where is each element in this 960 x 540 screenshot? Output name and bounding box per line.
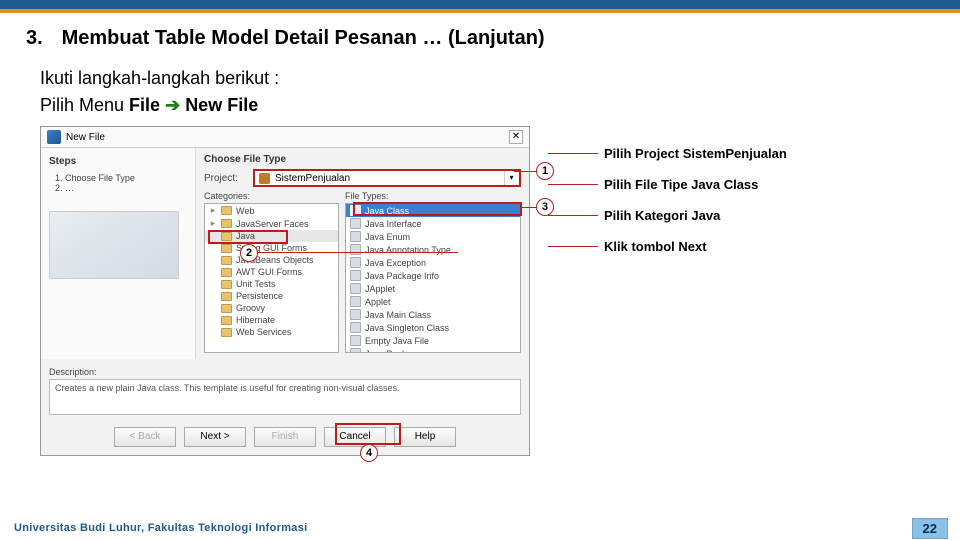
wizard-steps-panel: Steps Choose File Type …	[41, 148, 196, 359]
description-label: Description:	[49, 367, 521, 377]
filetype-item: Java Interface	[346, 217, 520, 230]
step-2: …	[65, 183, 187, 193]
new-file-dialog: New File ✕ Steps Choose File Type …	[40, 126, 530, 456]
intro2-bold-file: File	[129, 95, 160, 115]
project-value: SistemPenjualan	[275, 173, 350, 184]
back-button[interactable]: < Back	[114, 427, 176, 447]
intro-line-2: Pilih Menu File ➔ New File	[40, 95, 934, 116]
callout-4: Klik tombol Next	[548, 239, 908, 254]
heading-number: 3.	[26, 27, 56, 50]
steps-heading: Steps	[49, 156, 187, 167]
callout-line	[548, 153, 598, 154]
dialog-titlebar: New File ✕	[41, 127, 529, 148]
callouts-panel: Pilih Project SistemPenjualan Pilih File…	[548, 126, 908, 456]
project-label: Project:	[204, 173, 249, 184]
intro2-bold-newfile: New File	[185, 95, 258, 115]
callout-3-text: Pilih Kategori Java	[604, 208, 720, 223]
heading-title: Membuat Table Model Detail Pesanan … (La…	[62, 27, 545, 49]
marker-2: 2	[240, 244, 258, 262]
category-item: JavaBeans Objects	[205, 254, 338, 266]
slide-content: 3. Membuat Table Model Detail Pesanan … …	[0, 13, 960, 456]
filetypes-listbox[interactable]: Java Class Java Interface Java Enum Java…	[345, 203, 521, 353]
step-1: Choose File Type	[65, 173, 187, 183]
category-item-java: Java	[205, 230, 338, 242]
next-button[interactable]: Next >	[184, 427, 246, 447]
category-item: Unit Tests	[205, 278, 338, 290]
category-item: Groovy	[205, 302, 338, 314]
category-item: Hibernate	[205, 314, 338, 326]
arrow-icon: ➔	[165, 95, 180, 115]
category-item: Persistence	[205, 290, 338, 302]
filetype-item: Empty Java File	[346, 334, 520, 347]
marker-3: 3	[536, 198, 554, 216]
filetype-item: JApplet	[346, 282, 520, 295]
dialog-title-text: New File	[66, 132, 105, 143]
footer-text: Universitas Budi Luhur, Fakultas Teknolo…	[14, 522, 308, 534]
connector-1	[514, 171, 538, 172]
callout-line	[548, 246, 598, 247]
callout-1: Pilih Project SistemPenjualan	[548, 146, 908, 161]
category-item: ▸JavaServer Faces	[205, 217, 338, 230]
intro2-prefix: Pilih Menu	[40, 95, 129, 115]
dialog-wrapper: New File ✕ Steps Choose File Type …	[40, 126, 530, 456]
callout-3: Pilih Kategori Java	[548, 208, 908, 223]
category-item: AWT GUI Forms	[205, 266, 338, 278]
page-number-badge: 22	[912, 518, 948, 539]
slide-top-bar	[0, 0, 960, 13]
choose-title: Choose File Type	[204, 154, 521, 165]
connector-2a	[258, 252, 458, 253]
callout-2: Pilih File Tipe Java Class	[548, 177, 908, 192]
filetypes-label: File Types:	[345, 191, 521, 201]
filetype-item: Java Package	[346, 347, 520, 353]
filetype-item: Applet	[346, 295, 520, 308]
callout-4-text: Klik tombol Next	[604, 239, 707, 254]
filetype-item: Java Enum	[346, 230, 520, 243]
filetype-item: Java Exception	[346, 256, 520, 269]
intro-line-1: Ikuti langkah-langkah berikut :	[40, 68, 934, 89]
description-text: Creates a new plain Java class. This tem…	[49, 379, 521, 415]
filetype-item: Java Main Class	[346, 308, 520, 321]
filetype-item: Java Singleton Class	[346, 321, 520, 334]
marker-1: 1	[536, 162, 554, 180]
finish-button[interactable]: Finish	[254, 427, 316, 447]
project-icon	[259, 173, 270, 184]
category-item: Web Services	[205, 326, 338, 338]
chevron-down-icon: ▾	[504, 171, 518, 185]
callout-2-text: Pilih File Tipe Java Class	[604, 177, 758, 192]
filetype-item: Java Package Info	[346, 269, 520, 282]
callout-line	[548, 184, 598, 185]
categories-listbox[interactable]: ▸Web ▸JavaServer Faces Java Swing GUI Fo…	[204, 203, 339, 353]
netbeans-icon	[47, 130, 61, 144]
category-item: ▸Web	[205, 204, 338, 217]
slide-heading: 3. Membuat Table Model Detail Pesanan … …	[26, 27, 934, 50]
callout-line	[548, 215, 598, 216]
cancel-button[interactable]: Cancel	[324, 427, 386, 447]
wizard-decor-image	[49, 211, 179, 279]
help-button[interactable]: Help	[394, 427, 456, 447]
filetype-java-class: Java Class	[346, 204, 520, 217]
categories-label: Categories:	[204, 191, 339, 201]
slide-footer: Universitas Budi Luhur, Fakultas Teknolo…	[0, 516, 960, 540]
filetype-item: Java Annotation Type	[346, 243, 520, 256]
close-icon[interactable]: ✕	[509, 130, 523, 144]
project-select[interactable]: SistemPenjualan ▾	[253, 169, 521, 187]
marker-4: 4	[360, 444, 378, 462]
callout-1-text: Pilih Project SistemPenjualan	[604, 146, 787, 161]
